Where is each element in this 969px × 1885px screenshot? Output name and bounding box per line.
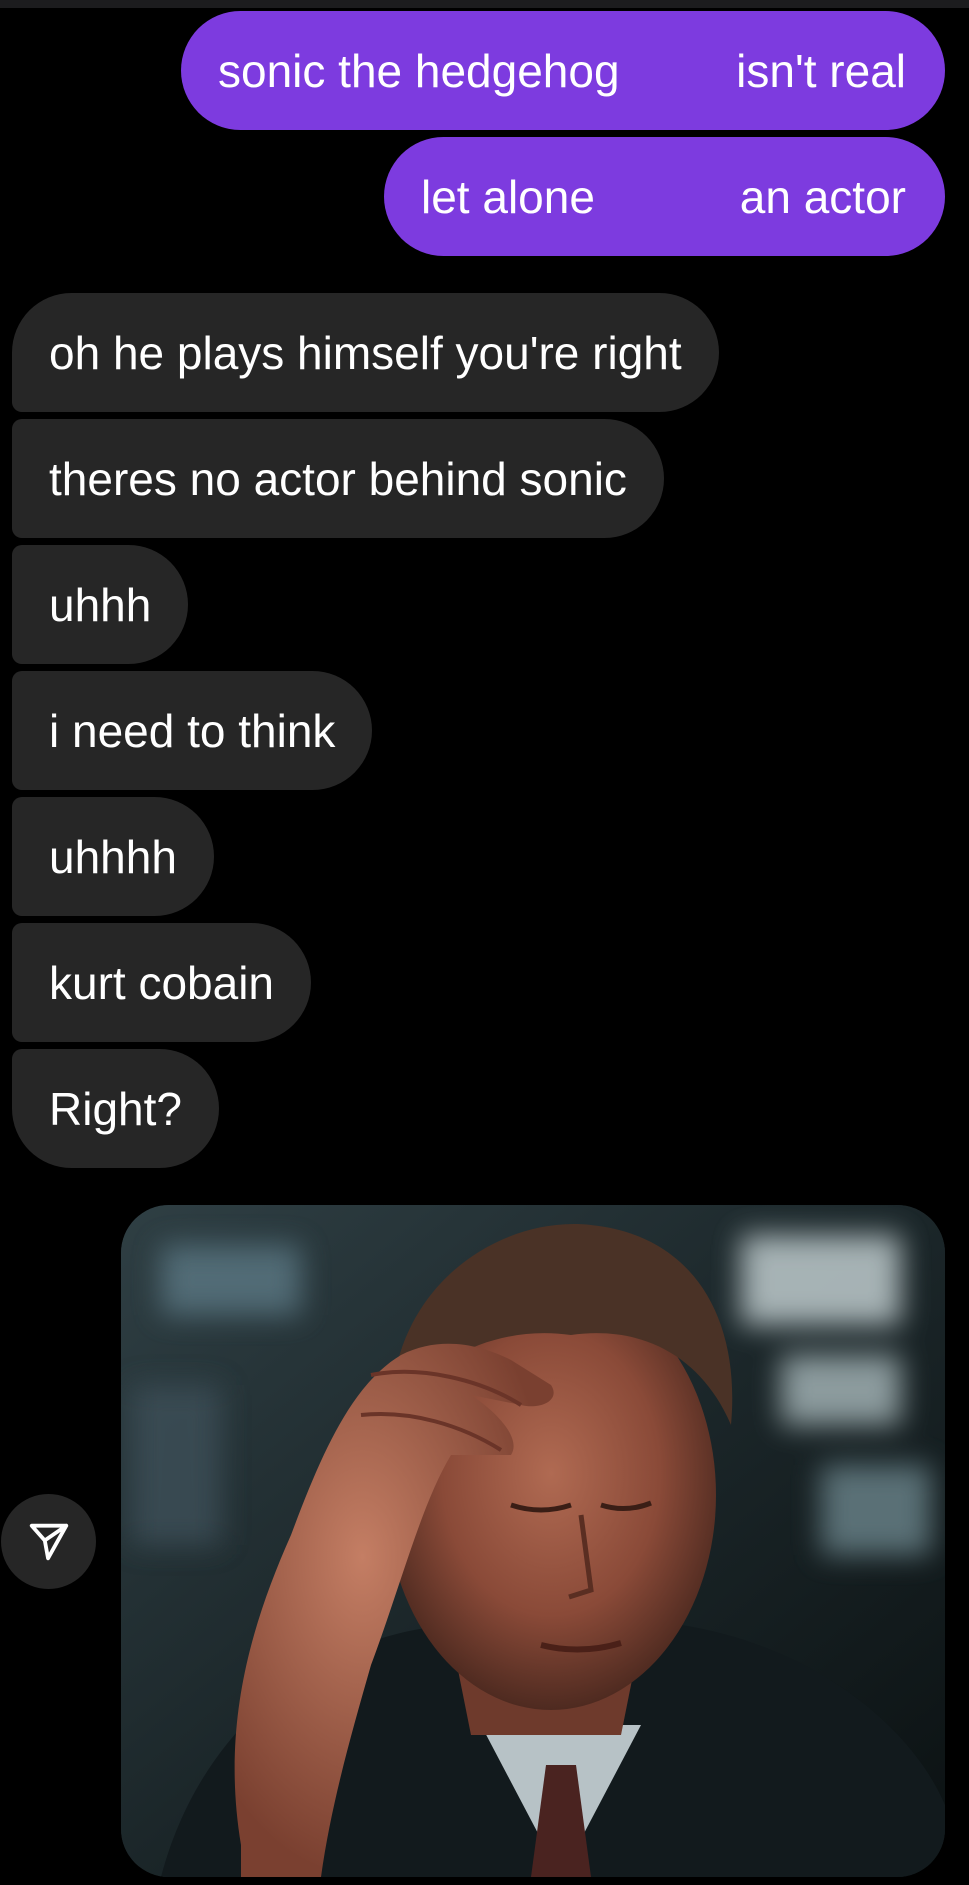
received-message-bubble[interactable]: uhhhh xyxy=(12,797,214,916)
sent-message-text: let alone xyxy=(421,170,595,223)
received-message-bubble[interactable]: uhhh xyxy=(12,545,189,664)
received-message-text: uhhhh xyxy=(49,830,177,883)
paper-plane-share-icon xyxy=(29,1523,68,1560)
received-message-bubble[interactable]: oh he plays himself you're right xyxy=(12,293,719,412)
received-message-bubble[interactable]: kurt cobain xyxy=(12,923,312,1042)
sent-message-bubble[interactable]: sonic the hedgehog isn't real xyxy=(181,11,945,130)
received-message-text: i need to think xyxy=(49,704,336,757)
man-facepalm-gif xyxy=(121,1205,945,1877)
received-message-text: Right? xyxy=(49,1082,182,1135)
received-message-text: theres no actor behind sonic xyxy=(49,452,627,505)
received-message-bubble[interactable]: theres no actor behind sonic xyxy=(12,419,664,538)
top-divider xyxy=(0,0,969,8)
received-message-bubble[interactable]: i need to think xyxy=(12,671,373,790)
gif-message[interactable] xyxy=(121,1205,945,1877)
sent-message-text: an actor xyxy=(739,170,906,223)
sent-message-text: sonic the hedgehog xyxy=(218,44,620,97)
sent-message-text: isn't real xyxy=(736,44,906,97)
sent-message-bubble[interactable]: let alone an actor xyxy=(384,137,945,256)
share-button[interactable] xyxy=(1,1494,96,1589)
received-message-text: oh he plays himself you're right xyxy=(49,326,682,379)
received-message-text: uhhh xyxy=(49,578,152,631)
received-message-text: kurt cobain xyxy=(49,956,275,1009)
received-message-bubble[interactable]: Right? xyxy=(12,1049,219,1168)
